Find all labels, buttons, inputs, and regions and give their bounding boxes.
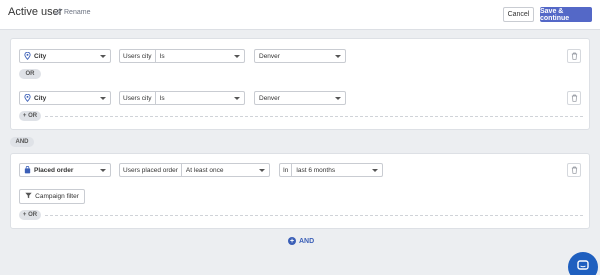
operator-value: Is — [159, 94, 165, 102]
value-select[interactable]: Denver — [254, 91, 346, 105]
cancel-button[interactable]: Cancel — [503, 7, 534, 22]
operator-select[interactable]: Users city Is — [119, 49, 245, 63]
divider — [45, 215, 583, 216]
chat-launcher-button[interactable] — [568, 252, 598, 275]
delete-rule-button[interactable] — [567, 163, 581, 177]
chevron-down-icon — [259, 169, 265, 172]
chevron-down-icon — [234, 55, 240, 58]
trash-icon — [571, 161, 578, 179]
attribute-value: City — [34, 94, 47, 102]
period-value: last 6 months — [296, 166, 336, 174]
chevron-down-icon — [100, 169, 106, 172]
divider — [45, 116, 583, 117]
rename-link[interactable]: Rename — [55, 8, 90, 17]
rename-label: Rename — [64, 9, 91, 16]
trash-icon — [571, 47, 578, 65]
operator-select[interactable]: Users city Is — [119, 91, 245, 105]
trash-icon — [571, 89, 578, 107]
event-value: Placed order — [34, 166, 74, 174]
add-and-button[interactable]: + AND — [288, 237, 314, 245]
attribute-select[interactable]: City — [19, 91, 111, 105]
or-connector: OR — [19, 69, 41, 79]
period-select[interactable]: In last 6 months — [279, 163, 383, 177]
chevron-down-icon — [372, 169, 378, 172]
field-label: Users placed order — [120, 164, 182, 176]
chevron-down-icon — [100, 55, 106, 58]
in-label: In — [280, 164, 293, 176]
pencil-icon — [55, 8, 62, 17]
campaign-filter-label: Campaign filter — [35, 193, 79, 200]
chevron-down-icon — [335, 97, 341, 100]
add-and-label: AND — [299, 237, 315, 245]
chevron-down-icon — [335, 55, 341, 58]
operator-value: Is — [159, 52, 165, 60]
and-connector: AND — [10, 137, 34, 147]
plus-circle-icon: + — [288, 237, 296, 245]
event-select[interactable]: Placed order — [19, 163, 111, 177]
filter-group-1: City Users city Is Denver OR City Users … — [10, 38, 590, 130]
location-pin-icon — [24, 51, 31, 60]
chevron-down-icon — [234, 97, 240, 100]
value-text: Denver — [259, 52, 280, 60]
add-or-button[interactable]: + OR — [19, 210, 41, 220]
filter-group-2: Placed order Users placed order At least… — [10, 153, 590, 229]
campaign-filter-button[interactable]: Campaign filter — [19, 189, 85, 204]
value-select[interactable]: Denver — [254, 49, 346, 63]
chevron-down-icon — [100, 97, 106, 100]
field-label: Users city — [120, 92, 156, 104]
frequency-value: At least once — [185, 166, 224, 174]
top-bar: Active user Rename Cancel Save & continu… — [0, 0, 600, 30]
field-label: Users city — [120, 50, 156, 62]
frequency-select[interactable]: Users placed order At least once — [119, 163, 270, 177]
attribute-select[interactable]: City — [19, 49, 111, 63]
delete-rule-button[interactable] — [567, 49, 581, 63]
add-or-button[interactable]: + OR — [19, 111, 41, 121]
delete-rule-button[interactable] — [567, 91, 581, 105]
location-pin-icon — [24, 93, 31, 102]
shopping-bag-icon — [24, 166, 31, 174]
attribute-value: City — [34, 52, 47, 60]
save-continue-button[interactable]: Save & continue — [540, 7, 592, 22]
filter-icon — [25, 192, 32, 201]
chat-icon — [577, 258, 589, 275]
value-text: Denver — [259, 94, 280, 102]
